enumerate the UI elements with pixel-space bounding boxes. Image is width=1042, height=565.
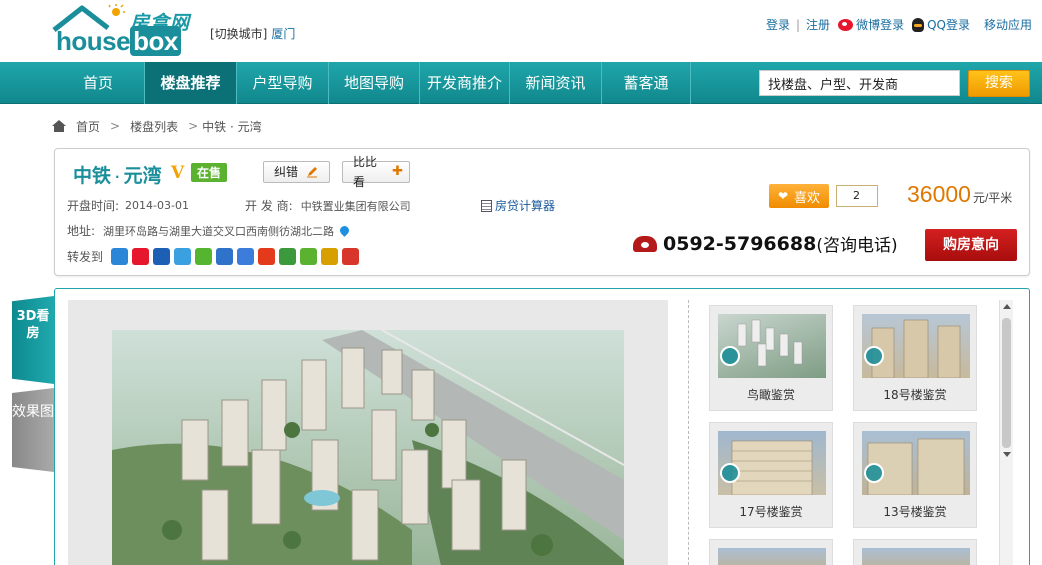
- open-date-value: 2014-03-01: [125, 199, 189, 212]
- nav-recommend[interactable]: 楼盘推荐: [145, 62, 237, 104]
- share-qzone-icon[interactable]: [111, 248, 129, 265]
- share-frog-icon[interactable]: [300, 248, 318, 265]
- like-count: 2: [836, 185, 878, 207]
- top-links: 登录 | 注册 微博登录 QQ登录 移动应用: [766, 16, 1032, 33]
- nav-news[interactable]: 新闻资讯: [510, 62, 602, 104]
- 3d-cube-icon: [864, 463, 884, 483]
- site-header: 房盒网 house box [切换城市] 厦门 登录 | 注册 微博登录 QQ登录 …: [0, 0, 1042, 62]
- site-logo[interactable]: 房盒网 house box: [52, 4, 202, 56]
- heart-icon: ❤: [777, 189, 789, 203]
- search-button[interactable]: 搜索: [968, 70, 1030, 97]
- share-renren-icon[interactable]: [153, 248, 171, 265]
- breadcrumb-current: 中铁 · 元湾: [202, 119, 262, 134]
- nav-map[interactable]: 地图导购: [329, 62, 420, 104]
- breadcrumb: 首页 > 楼盘列表 > 中铁 · 元湾: [52, 118, 262, 134]
- thumb-aerial[interactable]: 鸟瞰鉴赏: [709, 305, 833, 411]
- address-row: 地址: 湖里环岛路与湖里大道交叉口西南侧彷湖北二路: [67, 222, 351, 239]
- pencil-icon: [307, 167, 318, 178]
- thumb-scrollbar[interactable]: [999, 300, 1013, 565]
- developer-value: 中铁置业集团有限公司: [300, 200, 411, 213]
- share-row: 转发到: [67, 248, 363, 265]
- home-icon: [52, 120, 66, 132]
- share-kaixin-icon[interactable]: [195, 248, 213, 265]
- phone-note: (咨询电话): [816, 236, 898, 256]
- weibo-icon: [838, 18, 854, 31]
- correct-button[interactable]: 纠错: [263, 161, 330, 183]
- thumb-label: 鸟瞰鉴赏: [746, 388, 795, 402]
- price-unit: 元/平米: [972, 191, 1013, 205]
- login-link[interactable]: 登录: [766, 16, 790, 33]
- thumb-partial[interactable]: [709, 539, 833, 565]
- share-douban-icon[interactable]: [216, 248, 234, 265]
- phone-icon: [633, 235, 657, 252]
- share-tieba-icon[interactable]: [237, 248, 255, 265]
- qq-login-link[interactable]: QQ登录: [912, 16, 970, 33]
- loan-calculator-link[interactable]: 房贷计算器: [481, 197, 555, 214]
- gallery-divider: [688, 300, 689, 565]
- share-weibo-icon[interactable]: [132, 248, 150, 265]
- breadcrumb-home[interactable]: 首页: [76, 118, 100, 135]
- scroll-down-icon[interactable]: [1003, 452, 1011, 457]
- breadcrumb-separator: >: [188, 119, 199, 133]
- register-link[interactable]: 注册: [806, 16, 830, 33]
- main-aerial-image[interactable]: [112, 330, 624, 565]
- thumb-label: 18号楼鉴赏: [883, 388, 947, 402]
- thumb-building-17[interactable]: 17号楼鉴赏: [709, 422, 833, 528]
- search-input[interactable]: [759, 70, 960, 96]
- compare-button[interactable]: 比比看 ✚: [342, 155, 410, 189]
- share-green-icon[interactable]: [279, 248, 297, 265]
- weibo-login-link[interactable]: 微博登录: [838, 16, 904, 33]
- status-badge: 在售: [191, 163, 228, 182]
- thumb-partial[interactable]: [853, 539, 977, 565]
- 3d-cube-icon: [720, 346, 740, 366]
- map-pin-icon[interactable]: [338, 224, 351, 237]
- project-info-panel: 中铁 · 元湾 V 在售 纠错 比比看 ✚ 开盘时间: 2014-03-01 开 发 商…: [54, 148, 1030, 276]
- separator: |: [796, 17, 801, 32]
- share-star-icon[interactable]: [258, 248, 276, 265]
- share-tencent-icon[interactable]: [174, 248, 192, 265]
- buy-intent-button[interactable]: 购房意向: [925, 229, 1017, 261]
- thumb-image: [862, 548, 970, 565]
- 3d-cube-icon: [864, 346, 884, 366]
- breadcrumb-list[interactable]: 楼盘列表: [130, 118, 178, 135]
- open-date-row: 开盘时间: 2014-03-01: [67, 199, 189, 213]
- thumb-building-18[interactable]: 18号楼鉴赏: [853, 305, 977, 411]
- nav-xuketong[interactable]: 蓄客通: [602, 62, 691, 104]
- nav-items: 首页 楼盘推荐 户型导购 地图导购 开发商推介 新闻资讯 蓄客通: [52, 62, 691, 104]
- 3d-cube-icon: [720, 463, 740, 483]
- tab-3d-view[interactable]: 3D看房: [12, 296, 54, 384]
- project-title: 中铁 · 元湾: [73, 165, 162, 187]
- breadcrumb-separator: >: [110, 119, 121, 133]
- scroll-thumb[interactable]: [1002, 318, 1011, 448]
- developer-row: 开 发 商: 中铁置业集团有限公司: [245, 199, 411, 213]
- aerial-render-illustration: [112, 330, 624, 565]
- price-value: 36000: [907, 181, 971, 207]
- thumb-image: [718, 548, 826, 565]
- current-city-link[interactable]: 厦门: [271, 27, 295, 41]
- qq-icon: [912, 17, 925, 32]
- nav-floorplan[interactable]: 户型导购: [237, 62, 329, 104]
- phone-number: 0592-5796688: [663, 232, 817, 255]
- share-icons: [111, 248, 363, 265]
- switch-city-link[interactable]: [切换城市]: [210, 27, 267, 41]
- thumb-building-13[interactable]: 13号楼鉴赏: [853, 422, 977, 528]
- tab-effect-images[interactable]: 效果图: [12, 388, 54, 472]
- price-display: 36000 元/平米: [907, 181, 1012, 208]
- share-red-icon[interactable]: [342, 248, 360, 265]
- verified-badge: V: [171, 163, 185, 183]
- address-value: 湖里环岛路与湖里大道交叉口西南侧彷湖北二路: [103, 224, 335, 238]
- share-yellow-icon[interactable]: [321, 248, 339, 265]
- nav-home[interactable]: 首页: [52, 62, 145, 104]
- calculator-icon: [481, 199, 492, 212]
- plus-icon: ✚: [392, 164, 403, 179]
- scroll-up-icon[interactable]: [1003, 304, 1011, 309]
- phone-display: 0592-5796688 (咨询电话): [633, 231, 898, 256]
- logo-en-text: house box: [56, 26, 181, 57]
- thumb-label: 17号楼鉴赏: [739, 505, 803, 519]
- thumb-label: 13号楼鉴赏: [883, 505, 947, 519]
- mobile-app-link[interactable]: 移动应用: [984, 16, 1032, 33]
- like-button[interactable]: ❤ 喜欢: [769, 184, 829, 208]
- nav-developer[interactable]: 开发商推介: [420, 62, 510, 104]
- city-switcher: [切换城市] 厦门: [210, 25, 295, 42]
